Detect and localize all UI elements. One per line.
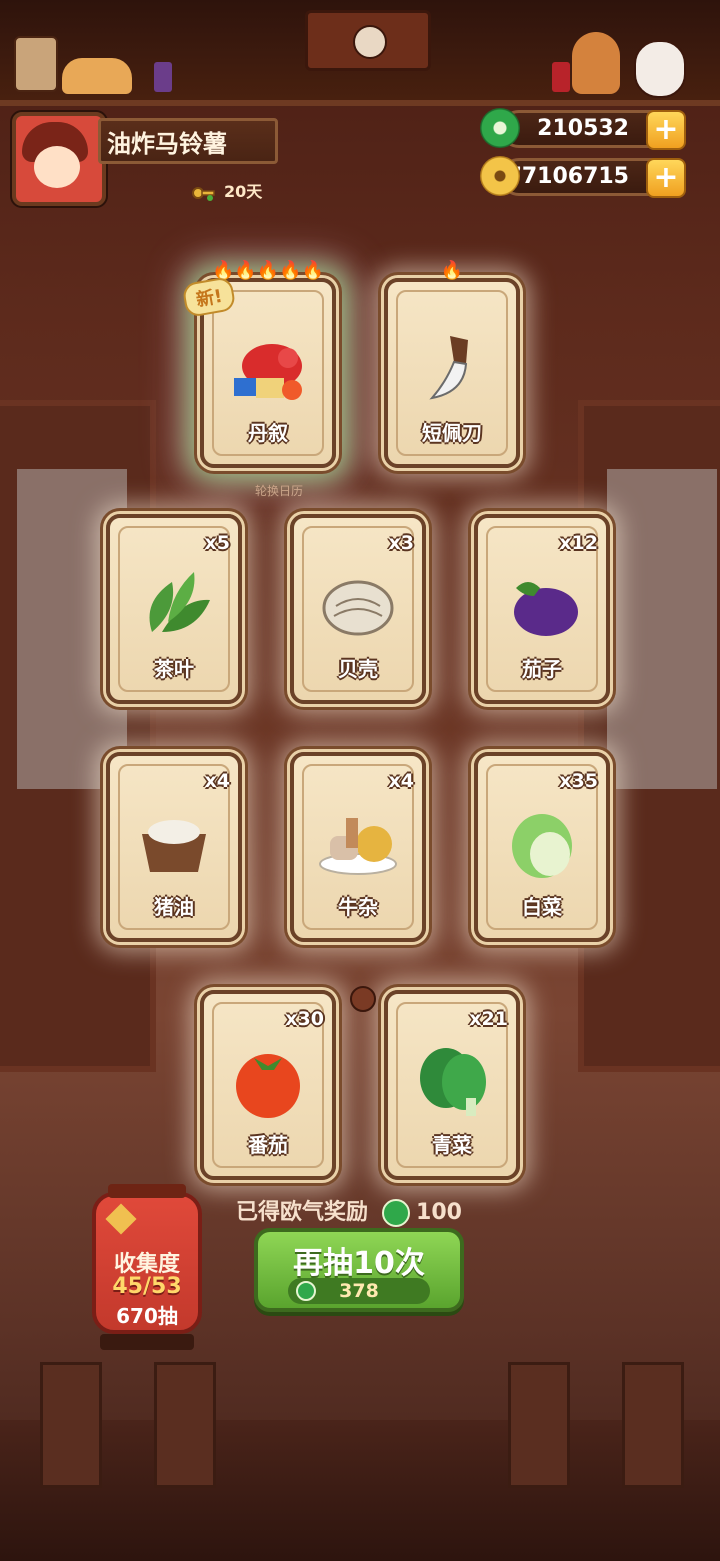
collection-progress: 45/53 [112,1274,182,1299]
lard-bowl-icon [142,820,206,872]
draw-ten-button[interactable]: 再抽10次 378 [254,1228,464,1312]
card-danxu[interactable]: 🔥🔥🔥🔥🔥 新! 丹叙 [181,260,336,468]
card-quantity: x30 [285,1008,324,1030]
add-coin-button[interactable]: + [646,158,686,198]
gold-coin-icon [480,156,520,196]
card-tea-leaves[interactable]: x5 茶叶 [106,514,242,704]
card-shell[interactable]: x3 贝壳 [290,514,426,704]
player-avatar[interactable] [12,112,106,206]
card-quantity: x4 [204,770,230,792]
card-label: 茄子 [522,657,562,681]
jade-amount: 210532 [537,116,629,141]
draw-cost: 378 [288,1278,430,1304]
reward-amount: 100 [416,1200,462,1225]
red-creature-icon [234,344,302,400]
sleeping-cat-icon [62,58,132,94]
coin-amount: 77106715 [506,164,629,189]
jar-icon [154,62,172,92]
card-beef-offal[interactable]: x4 牛杂 [290,752,426,942]
floor [0,1420,720,1561]
card-quantity: x4 [388,770,414,792]
card-label: 白菜 [522,895,562,919]
right-window [578,400,720,1072]
fence-post [508,1362,570,1488]
collection-lantern[interactable]: 收集度 45/53 670抽 [92,1184,202,1350]
beef-offal-icon [319,818,397,875]
eggplant-icon [514,582,578,636]
card-quantity: x35 [559,770,598,792]
card-napa-cabbage[interactable]: x35 白菜 [474,752,610,942]
fence-post [154,1362,216,1488]
knot-ornament-icon [350,986,376,1012]
card-bok-choy[interactable]: x21 青菜 [384,990,520,1180]
draw-button-label: 再抽10次 [293,1246,425,1281]
rotation-calendar-caption: 轮换日历 [255,484,304,498]
white-cat-icon [634,40,686,98]
card-tomato[interactable]: x30 番茄 [200,990,336,1180]
jade-coin-icon [382,1199,411,1227]
card-label: 牛杂 [338,895,378,919]
jar-icon [552,62,570,92]
tomato-icon [236,1054,300,1118]
clam-shell-icon [322,580,394,636]
bok-choy-icon [420,1048,486,1116]
left-window [0,400,156,1072]
draw-cost-value: 378 [339,1280,379,1302]
card-quantity: x3 [388,532,414,554]
login-days: 20天 [192,178,262,202]
flame-rating: 🔥 [440,260,464,281]
fence-post [622,1362,684,1488]
card-label: 青菜 [432,1133,472,1157]
card-label: 贝壳 [338,657,378,681]
card-label: 番茄 [248,1133,288,1157]
card-label: 茶叶 [154,657,194,681]
card-short-sword[interactable]: 🔥 短佩刀 [384,260,520,468]
card-label: 丹叙 [248,421,288,445]
portrait-scroll [305,10,431,71]
jade-coin-icon [296,1281,316,1301]
card-label: 短佩刀 [422,421,482,445]
card-eggplant[interactable]: x12 茄子 [474,514,610,704]
girl-figure-icon [572,32,620,94]
key-icon [192,184,216,202]
collection-draws: 670抽 [116,1304,178,1328]
days-count: 20天 [224,182,263,201]
card-lard[interactable]: x4 猪油 [106,752,242,942]
card-quantity: x12 [559,532,598,554]
card-quantity: x21 [469,1008,508,1030]
knife-icon [429,336,468,400]
player-name: 油炸马铃薯 [98,118,278,164]
hanging-scroll-icon [14,36,58,92]
fence-post [40,1362,102,1488]
tea-leaf-icon [149,572,210,632]
card-quantity: x5 [204,532,230,554]
napa-cabbage-icon [512,814,572,878]
card-label: 猪油 [154,895,194,919]
reward-label: 已得欧气奖励 [236,1200,369,1225]
ornament-icon [105,1203,137,1235]
add-jade-button[interactable]: + [646,110,686,150]
reward-info: 已得欧气奖励 100 [236,1194,462,1227]
jade-coin-icon [480,108,520,148]
